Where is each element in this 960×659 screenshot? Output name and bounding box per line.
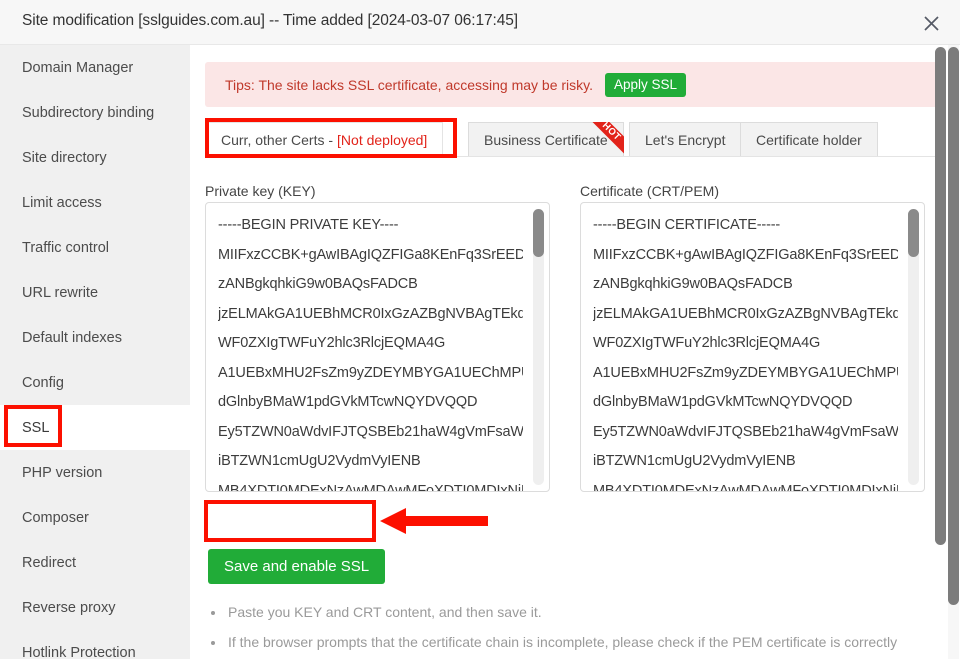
key-line: zANBgkqhkiG9w0BAQsFADCB — [218, 276, 418, 292]
sidebar-item-label: Redirect — [22, 554, 76, 571]
sidebar-item-config[interactable]: Config — [0, 360, 190, 405]
tab-label: Curr, other Certs - — [221, 131, 334, 148]
scrollbar-thumb[interactable] — [948, 47, 959, 605]
apply-ssl-button[interactable]: Apply SSL — [605, 72, 687, 97]
tips-text: Tips: The site lacks SSL certificate, ac… — [225, 76, 594, 93]
close-icon[interactable] — [916, 8, 946, 38]
private-key-input[interactable]: -----BEGIN PRIVATE KEY---- MIIFxzCCBK+gA… — [205, 202, 550, 492]
cert-line: jzELMAkGA1UEBhMCR0IxGzAZBgNVBAgTEkdyZZ — [593, 305, 898, 322]
cert-line: zANBgkqhkiG9w0BAQsFADCB — [593, 276, 793, 292]
sidebar-item-label: SSL — [22, 419, 50, 436]
key-line: WF0ZXIgTWFuY2hlc3RlcjEQMA4G — [218, 335, 446, 351]
ssl-tips-banner: Tips: The site lacks SSL certificate, ac… — [205, 62, 940, 107]
cert-line: MB4XDTI0MDExNzAwMDAwMFoXDTI0MDIxNjIzN — [593, 482, 898, 492]
sidebar-item-label: Traffic control — [22, 239, 110, 256]
key-line: iBTZWN1cmUgU2VydmVyIENB — [218, 453, 421, 469]
key-line: MB4XDTI0MDExNzAwMDAwMFoXDTI0MDIxNjIzN — [218, 482, 523, 492]
sidebar-item-label: Hotlink Protection — [22, 644, 136, 659]
cert-line: A1UEBxMHU2FsZm9yZDEYMBYGA1UEChMPU2Vj — [593, 364, 898, 381]
title-bar: Site modification [sslguides.com.au] -- … — [0, 0, 960, 45]
note-item: Paste you KEY and CRT content, and then … — [226, 597, 944, 627]
sidebar-item-composer[interactable]: Composer — [0, 495, 190, 540]
sidebar-item-reverse-proxy[interactable]: Reverse proxy — [0, 585, 190, 630]
sidebar-item-default-indexes[interactable]: Default indexes — [0, 315, 190, 360]
cert-line: WF0ZXIgTWFuY2hlc3RlcjEQMA4G — [593, 335, 821, 351]
tab-label: Let's Encrypt — [645, 131, 726, 148]
ssl-help-notes: Paste you KEY and CRT content, and then … — [204, 597, 944, 659]
sidebar-item-label: Config — [22, 374, 64, 391]
key-line: dGlnbyBMaW1pdGVkMTcwNQYDVQQD — [218, 394, 478, 410]
certificate-label: Certificate (CRT/PEM) — [580, 183, 719, 199]
sidebar-item-traffic-control[interactable]: Traffic control — [0, 225, 190, 270]
certificate-content: -----BEGIN CERTIFICATE----- MIIFxzCCBK+g… — [593, 211, 898, 492]
sidebar-item-redirect[interactable]: Redirect — [0, 540, 190, 585]
cert-line: Ey5TZWN0aWdvIFJTQSBEb21haW4gVmFsaWRhdGlv… — [593, 423, 898, 440]
key-line: -----BEGIN PRIVATE KEY---- — [218, 217, 399, 233]
private-key-scrollbar[interactable] — [533, 209, 544, 485]
key-line: Ey5TZWN0aWdvIFJTQSBEb21haW4gVmFsaWRhdGlv… — [218, 423, 523, 440]
sidebar-item-label: Site directory — [22, 149, 107, 166]
sidebar-item-limit-access[interactable]: Limit access — [0, 180, 190, 225]
certificate-scrollbar[interactable] — [908, 209, 919, 485]
sidebar-item-label: Reverse proxy — [22, 599, 116, 616]
sidebar-item-php-version[interactable]: PHP version — [0, 450, 190, 495]
sidebar-item-subdirectory-binding[interactable]: Subdirectory binding — [0, 90, 190, 135]
certificate-input[interactable]: -----BEGIN CERTIFICATE----- MIIFxzCCBK+g… — [580, 202, 925, 492]
sidebar-item-site-directory[interactable]: Site directory — [0, 135, 190, 180]
sidebar: Domain Manager Subdirectory binding Site… — [0, 45, 190, 659]
note-item: If the browser prompts that the certific… — [226, 627, 944, 659]
sidebar-item-label: Composer — [22, 509, 89, 526]
main-panel: Tips: The site lacks SSL certificate, ac… — [190, 45, 960, 659]
scrollbar-thumb[interactable] — [908, 209, 919, 257]
site-modification-dialog: Site modification [sslguides.com.au] -- … — [0, 0, 960, 659]
tab-lets-encrypt[interactable]: Let's Encrypt — [629, 122, 742, 156]
sidebar-item-label: Limit access — [22, 194, 102, 211]
cert-line: dGlnbyBMaW1pdGVkMTcwNQYDVQQD — [593, 394, 853, 410]
tab-certificate-holder[interactable]: Certificate holder — [740, 122, 878, 156]
save-and-enable-ssl-button[interactable]: Save and enable SSL — [208, 549, 386, 584]
scrollbar-thumb[interactable] — [533, 209, 544, 257]
sidebar-item-label: Default indexes — [22, 329, 122, 346]
key-line: jzELMAkGA1UEBhMCR0IxGzAZBgNVBAgTEkdyZZ — [218, 305, 523, 322]
cert-line: iBTZWN1cmUgU2VydmVyIENB — [593, 453, 796, 469]
key-line: MIIFxzCCBK+gAwIBAgIQZFIGa8KEnFq3SrEEDxxR… — [218, 246, 523, 263]
scrollbar-thumb[interactable] — [935, 47, 946, 545]
certificate-tabs: Curr, other Certs - [Not deployed] Busin… — [205, 122, 940, 157]
sidebar-item-label: Domain Manager — [22, 59, 134, 76]
tab-curr-other-certs[interactable]: Curr, other Certs - [Not deployed] — [205, 122, 444, 156]
cert-line: MIIFxzCCBK+gAwIBAgIQZFIGa8KEnFq3SrEEDxxR… — [593, 246, 898, 263]
tab-status-not-deployed: [Not deployed] — [337, 131, 428, 148]
tab-business-certificate[interactable]: Business Certificate HOT — [468, 122, 624, 156]
private-key-label: Private key (KEY) — [205, 183, 316, 199]
key-line: A1UEBxMHU2FsZm9yZDEYMBYGA1UEChMPU2Vj — [218, 364, 523, 381]
sidebar-item-hotlink-protection[interactable]: Hotlink Protection — [0, 630, 190, 659]
inner-panel-scrollbar[interactable] — [935, 45, 946, 659]
sidebar-item-label: PHP version — [22, 464, 103, 481]
sidebar-item-label: Subdirectory binding — [22, 104, 155, 121]
tab-label: Business Certificate — [484, 131, 608, 148]
window-title: Site modification [sslguides.com.au] -- … — [22, 12, 518, 29]
cert-line: -----BEGIN CERTIFICATE----- — [593, 217, 781, 233]
sidebar-item-url-rewrite[interactable]: URL rewrite — [0, 270, 190, 315]
sidebar-item-ssl[interactable]: SSL — [0, 405, 190, 450]
sidebar-item-domain-manager[interactable]: Domain Manager — [0, 45, 190, 90]
private-key-content: -----BEGIN PRIVATE KEY---- MIIFxzCCBK+gA… — [218, 211, 523, 492]
sidebar-item-label: URL rewrite — [22, 284, 99, 301]
page-scrollbar[interactable] — [948, 45, 959, 659]
tab-label: Certificate holder — [756, 131, 862, 148]
